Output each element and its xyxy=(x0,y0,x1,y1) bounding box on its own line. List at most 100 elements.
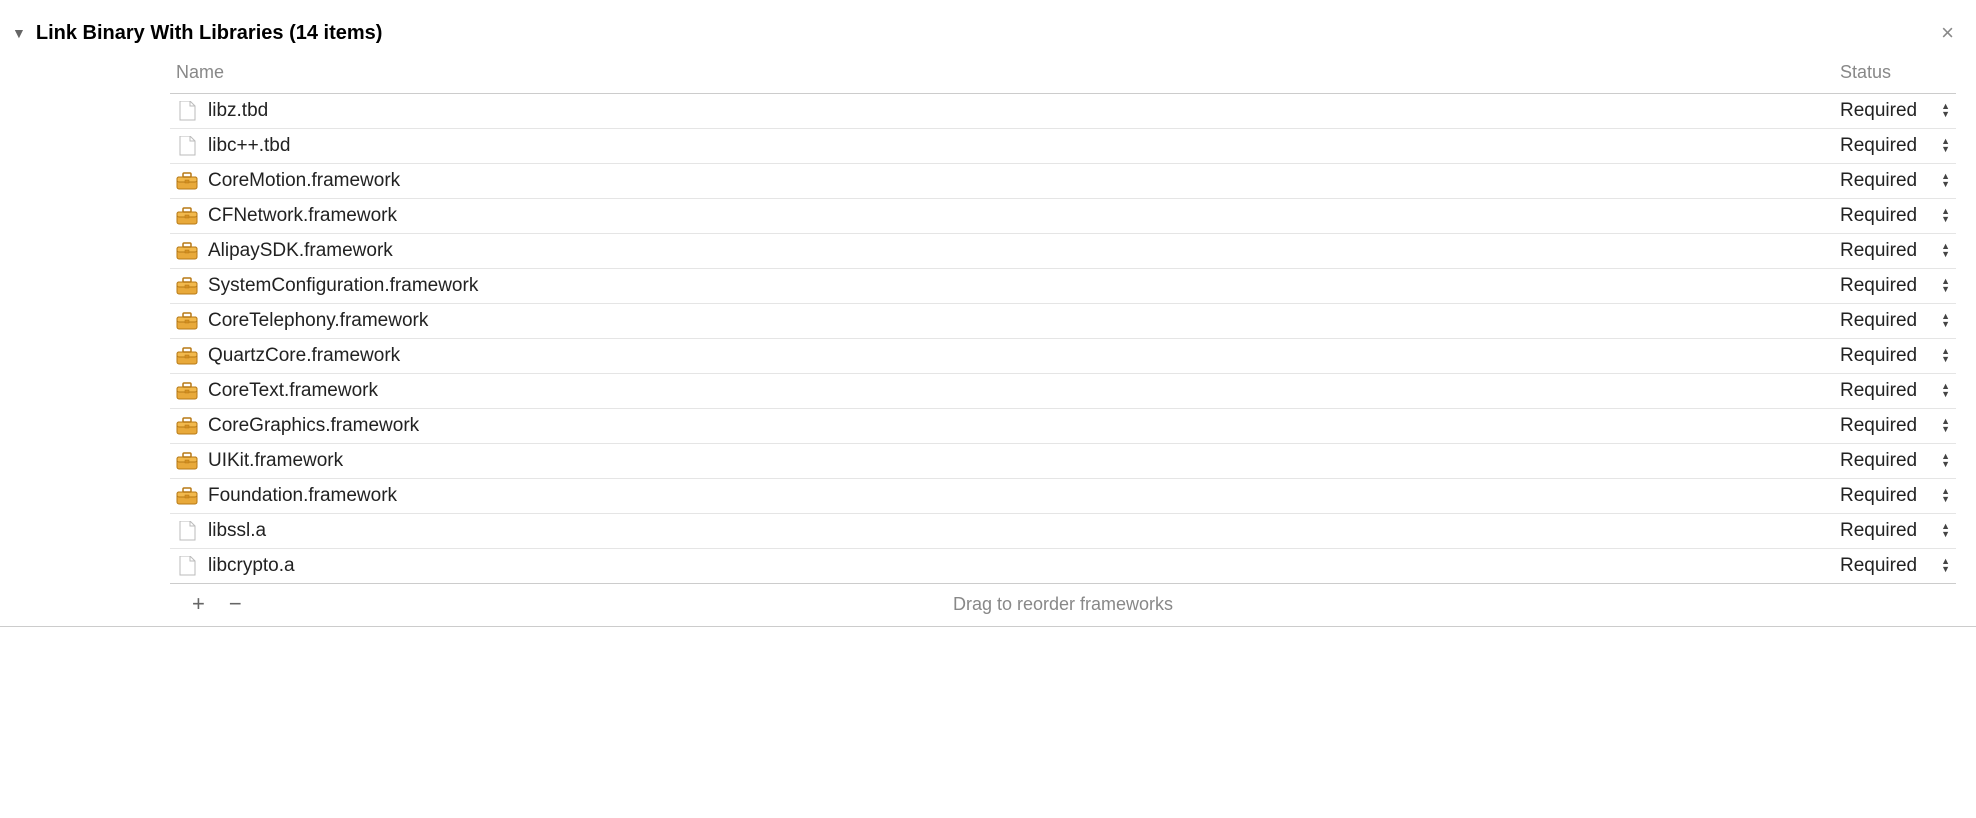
section-header: ▼ Link Binary With Libraries (14 items) … xyxy=(0,0,1976,62)
table-row[interactable]: CoreGraphics.frameworkRequired ▲▼ xyxy=(170,409,1956,444)
status-label: Required xyxy=(1840,135,1917,157)
stepper-icon[interactable]: ▲▼ xyxy=(1941,138,1950,154)
status-selector[interactable]: Required ▲▼ xyxy=(1840,485,1950,507)
library-name: CoreTelephony.framework xyxy=(208,310,1840,332)
stepper-icon[interactable]: ▲▼ xyxy=(1941,418,1950,434)
table-row[interactable]: QuartzCore.frameworkRequired ▲▼ xyxy=(170,339,1956,374)
library-name: AlipaySDK.framework xyxy=(208,240,1840,262)
table-rows: libz.tbdRequired▲▼libc++.tbdRequired▲▼Co… xyxy=(170,94,1956,584)
footer-buttons: + − xyxy=(176,591,242,617)
column-header-status[interactable]: Status xyxy=(1840,62,1950,83)
framework-icon xyxy=(176,485,198,507)
status-selector[interactable]: Required ▲▼ xyxy=(1840,135,1950,157)
framework-icon xyxy=(176,240,198,262)
library-name: CoreMotion.framework xyxy=(208,170,1840,192)
status-selector[interactable]: Required ▲▼ xyxy=(1840,380,1950,402)
table-row[interactable]: CoreTelephony.frameworkRequired ▲▼ xyxy=(170,304,1956,339)
remove-button[interactable]: − xyxy=(229,591,242,617)
library-name: QuartzCore.framework xyxy=(208,345,1840,367)
file-icon xyxy=(176,100,198,122)
stepper-icon[interactable]: ▲▼ xyxy=(1941,348,1950,364)
status-selector[interactable]: Required ▲▼ xyxy=(1840,345,1950,367)
library-name: libc++.tbd xyxy=(208,135,1840,157)
status-selector[interactable]: Required ▲▼ xyxy=(1840,170,1950,192)
library-name: CoreGraphics.framework xyxy=(208,415,1840,437)
stepper-icon[interactable]: ▲▼ xyxy=(1941,383,1950,399)
file-icon xyxy=(176,555,198,577)
table-row[interactable]: CoreMotion.frameworkRequired ▲▼ xyxy=(170,164,1956,199)
file-icon xyxy=(176,520,198,542)
table-column-headers: Name Status xyxy=(170,62,1956,94)
status-label: Required xyxy=(1840,415,1917,437)
libraries-table: Name Status libz.tbdRequired▲▼libc++.tbd… xyxy=(170,62,1956,624)
framework-icon xyxy=(176,380,198,402)
framework-icon xyxy=(176,415,198,437)
framework-icon xyxy=(176,170,198,192)
status-label: Required xyxy=(1840,205,1917,227)
stepper-icon[interactable]: ▲▼ xyxy=(1941,523,1950,539)
status-label: Required xyxy=(1840,240,1917,262)
library-name: UIKit.framework xyxy=(208,450,1840,472)
add-button[interactable]: + xyxy=(192,591,205,617)
stepper-icon[interactable]: ▲▼ xyxy=(1941,243,1950,259)
library-name: libssl.a xyxy=(208,520,1840,542)
table-row[interactable]: Foundation.frameworkRequired ▲▼ xyxy=(170,479,1956,514)
close-icon[interactable]: × xyxy=(1941,20,1964,46)
stepper-icon[interactable]: ▲▼ xyxy=(1941,558,1950,574)
framework-icon xyxy=(176,275,198,297)
library-name: SystemConfiguration.framework xyxy=(208,275,1840,297)
framework-icon xyxy=(176,205,198,227)
footer-hint: Drag to reorder frameworks xyxy=(953,594,1173,615)
bottom-border xyxy=(0,626,1976,627)
framework-icon xyxy=(176,345,198,367)
library-name: CoreText.framework xyxy=(208,380,1840,402)
status-selector[interactable]: Required ▲▼ xyxy=(1840,415,1950,437)
table-row[interactable]: CFNetwork.frameworkRequired ▲▼ xyxy=(170,199,1956,234)
stepper-icon[interactable]: ▲▼ xyxy=(1941,208,1950,224)
status-selector[interactable]: Required ▲▼ xyxy=(1840,240,1950,262)
table-row[interactable]: CoreText.frameworkRequired ▲▼ xyxy=(170,374,1956,409)
stepper-icon[interactable]: ▲▼ xyxy=(1941,453,1950,469)
library-name: libcrypto.a xyxy=(208,555,1840,577)
table-footer: + − Drag to reorder frameworks xyxy=(170,584,1956,624)
status-label: Required xyxy=(1840,450,1917,472)
table-row[interactable]: libc++.tbdRequired ▲▼ xyxy=(170,129,1956,164)
status-selector[interactable]: Required ▲▼ xyxy=(1840,450,1950,472)
section-title: Link Binary With Libraries (14 items) xyxy=(36,22,383,45)
disclosure-triangle-icon[interactable]: ▼ xyxy=(12,25,26,41)
framework-icon xyxy=(176,310,198,332)
section-header-left: ▼ Link Binary With Libraries (14 items) xyxy=(12,22,382,45)
status-label: Required xyxy=(1840,345,1917,367)
library-name: CFNetwork.framework xyxy=(208,205,1840,227)
status-label: Required xyxy=(1840,555,1917,577)
status-selector[interactable]: Required ▲▼ xyxy=(1840,205,1950,227)
stepper-icon[interactable]: ▲▼ xyxy=(1941,173,1950,189)
status-selector[interactable]: Required ▲▼ xyxy=(1840,520,1950,542)
status-label: Required xyxy=(1840,520,1917,542)
status-selector[interactable]: Required ▲▼ xyxy=(1840,555,1950,577)
build-phase-panel: ▼ Link Binary With Libraries (14 items) … xyxy=(0,0,1976,627)
status-label: Required xyxy=(1840,380,1917,402)
table-row[interactable]: libssl.aRequired ▲▼ xyxy=(170,514,1956,549)
status-label: Required xyxy=(1840,170,1917,192)
table-row[interactable]: AlipaySDK.frameworkRequired ▲▼ xyxy=(170,234,1956,269)
library-name: Foundation.framework xyxy=(208,485,1840,507)
column-header-name[interactable]: Name xyxy=(176,62,1840,83)
status-label: Required xyxy=(1840,275,1917,297)
status-selector[interactable]: Required ▲▼ xyxy=(1840,310,1950,332)
table-row[interactable]: SystemConfiguration.frameworkRequired ▲▼ xyxy=(170,269,1956,304)
table-row[interactable]: UIKit.frameworkRequired ▲▼ xyxy=(170,444,1956,479)
stepper-icon[interactable]: ▲▼ xyxy=(1941,313,1950,329)
table-row[interactable]: libz.tbdRequired ▲▼ xyxy=(170,94,1956,129)
status-label: Required xyxy=(1840,100,1917,122)
status-label: Required xyxy=(1840,310,1917,332)
stepper-icon[interactable]: ▲▼ xyxy=(1941,278,1950,294)
status-label: Required xyxy=(1840,485,1917,507)
library-name: libz.tbd xyxy=(208,100,1840,122)
stepper-icon[interactable]: ▲▼ xyxy=(1941,103,1950,119)
framework-icon xyxy=(176,450,198,472)
status-selector[interactable]: Required ▲▼ xyxy=(1840,275,1950,297)
stepper-icon[interactable]: ▲▼ xyxy=(1941,488,1950,504)
status-selector[interactable]: Required ▲▼ xyxy=(1840,100,1950,122)
table-row[interactable]: libcrypto.aRequired ▲▼ xyxy=(170,549,1956,584)
